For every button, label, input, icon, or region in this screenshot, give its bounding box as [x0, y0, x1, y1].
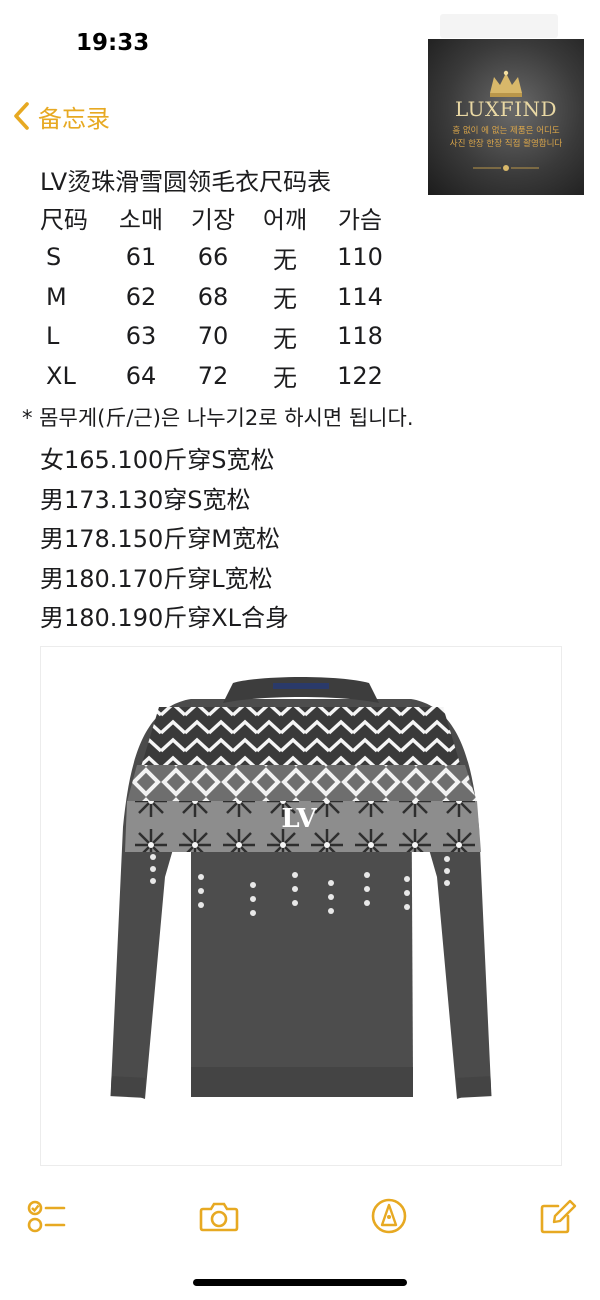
fit-line: 女165.100斤穿S宽松 [40, 446, 275, 474]
table-row: XL 64 72 无 122 [40, 356, 398, 396]
table-header-row: 尺码 소매 기장 어깨 가슴 [40, 198, 398, 238]
note-title: LV烫珠滑雪圆领毛衣尺码表 [40, 168, 332, 196]
brand-logo: LUXFIND 흠 없이 에 없는 제품은 어디도 사진 한장 한장 직접 촬영… [428, 39, 584, 195]
table-cell: 62 [125, 282, 157, 311]
pen-markup-icon[interactable] [369, 1196, 409, 1236]
table-cell: M [46, 282, 67, 311]
table-cell: 无 [273, 364, 297, 393]
fit-line: 男173.130穿S宽松 [40, 486, 251, 514]
sweater-image: LV [110, 677, 492, 1099]
fit-line: 男180.170斤穿L宽松 [40, 565, 273, 593]
column-header: 기장 [190, 206, 236, 235]
sweater-photo[interactable]: LV [40, 646, 562, 1166]
chevron-left-icon [14, 102, 29, 130]
table-cell: 无 [273, 245, 297, 274]
column-header: 어깨 [262, 206, 308, 235]
table-cell: S [46, 243, 62, 272]
table-cell: 无 [273, 285, 297, 314]
column-header: 가슴 [337, 206, 383, 235]
logo-brand-text: LUXFIND [454, 97, 558, 121]
table-cell: L [46, 322, 60, 351]
table-row: M 62 68 无 114 [40, 277, 398, 317]
table-cell: 72 [197, 361, 229, 390]
column-header: 尺码 [40, 206, 88, 235]
camera-icon[interactable] [199, 1196, 239, 1236]
ornament-icon [473, 165, 539, 171]
table-cell: 66 [197, 243, 229, 272]
table-row: L 63 70 无 118 [40, 317, 398, 357]
table-cell: 70 [197, 322, 229, 351]
svg-text:LV: LV [281, 804, 317, 834]
table-row: S 61 66 无 110 [40, 238, 398, 278]
back-label: 备忘录 [38, 104, 110, 133]
checklist-icon[interactable] [26, 1196, 66, 1236]
fit-line: 男180.190斤穿XL合身 [40, 604, 290, 632]
column-header: 소매 [118, 206, 164, 235]
table-cell: 61 [125, 243, 157, 272]
table-cell: XL [46, 361, 76, 390]
table-cell: 118 [337, 322, 383, 351]
table-cell: 无 [273, 324, 297, 353]
home-indicator[interactable] [193, 1279, 407, 1286]
weight-note: * 몸무게(斤/근)은 나누기2로 하시면 됩니다. [22, 406, 414, 430]
table-cell: 63 [125, 322, 157, 351]
table-cell: 110 [337, 243, 383, 272]
logo-tagline: 흠 없이 에 없는 제품은 어디도 사진 한장 한장 직접 촬영합니다 [449, 126, 563, 149]
compose-icon[interactable] [538, 1196, 578, 1236]
table-cell: 64 [125, 361, 157, 390]
fit-line: 男178.150斤穿M宽松 [40, 525, 280, 553]
crown-icon [490, 70, 522, 97]
back-button[interactable]: 备忘录 [12, 98, 110, 134]
size-chart-table: 尺码 소매 기장 어깨 가슴 S 61 66 无 110 M 62 68 无 1… [40, 198, 398, 396]
background-thumbnail [440, 14, 558, 38]
table-cell: 122 [337, 361, 383, 390]
status-time: 19:33 [76, 30, 150, 56]
table-cell: 68 [197, 282, 229, 311]
table-cell: 114 [337, 282, 383, 311]
